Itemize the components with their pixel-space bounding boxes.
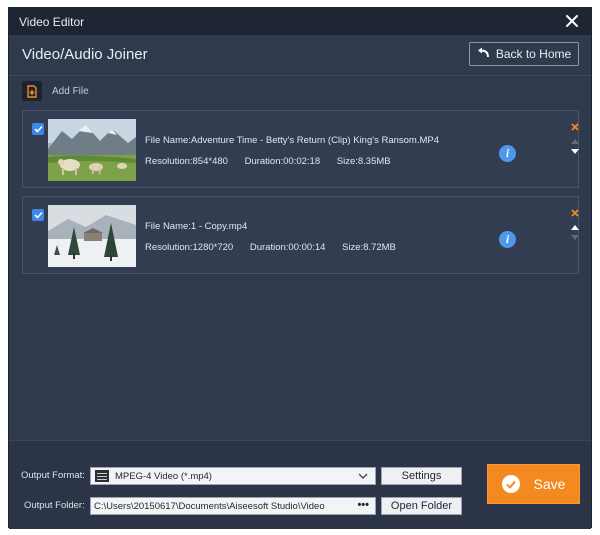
file-resolution: Resolution:1280*720 xyxy=(145,242,234,253)
remove-file-icon[interactable] xyxy=(570,119,580,131)
video-format-icon xyxy=(95,470,109,482)
save-label: Save xyxy=(533,476,566,492)
output-folder-label: Output Folder: xyxy=(24,500,85,511)
move-up-icon[interactable] xyxy=(570,132,580,144)
output-folder-value: C:\Users\20150617\Documents\Aiseesoft St… xyxy=(94,500,325,512)
file-name: File Name:Adventure Time - Betty's Retur… xyxy=(145,135,440,146)
move-down-icon[interactable] xyxy=(570,228,580,240)
file-meta: Resolution:854*480 Duration:00:02:18 Siz… xyxy=(145,156,405,167)
video-thumbnail xyxy=(48,205,136,267)
back-arrow-icon xyxy=(477,47,490,62)
output-format-select[interactable]: MPEG-4 Video (*.mp4) xyxy=(90,467,376,485)
remove-file-icon[interactable] xyxy=(570,205,580,217)
close-icon[interactable] xyxy=(563,12,581,30)
file-duration: Duration:00:00:14 xyxy=(249,242,326,253)
file-meta: Resolution:1280*720 Duration:00:00:14 Si… xyxy=(145,242,410,253)
open-folder-button[interactable]: Open Folder xyxy=(381,497,462,515)
back-to-home-button[interactable]: Back to Home xyxy=(469,42,579,66)
chevron-down-icon xyxy=(358,472,368,483)
output-settings-panel: Output Format: MPEG-4 Video (*.mp4) Sett… xyxy=(9,440,591,529)
file-resolution: Resolution:854*480 xyxy=(145,156,228,167)
file-list-item[interactable]: File Name:1 - Copy.mp4 Resolution:1280*7… xyxy=(22,196,579,274)
checkmark-icon xyxy=(501,475,520,493)
file-name: File Name:1 - Copy.mp4 xyxy=(145,221,248,232)
file-duration: Duration:00:02:18 xyxy=(244,156,321,167)
add-file-icon xyxy=(22,81,42,101)
output-format-value: MPEG-4 Video (*.mp4) xyxy=(115,470,212,482)
move-up-icon[interactable] xyxy=(570,218,580,230)
back-to-home-label: Back to Home xyxy=(495,47,572,61)
settings-button[interactable]: Settings xyxy=(381,467,462,485)
info-icon[interactable]: i xyxy=(499,145,516,162)
info-icon[interactable]: i xyxy=(499,231,516,248)
page-title: Video/Audio Joiner xyxy=(22,46,148,63)
browse-folder-button[interactable]: ••• xyxy=(357,499,369,511)
video-thumbnail xyxy=(48,119,136,181)
save-button[interactable]: Save xyxy=(487,464,580,504)
file-list-item[interactable]: File Name:Adventure Time - Betty's Retur… xyxy=(22,110,579,188)
title-bar: Video Editor xyxy=(9,8,591,35)
file-size: Size:8.72MB xyxy=(342,242,396,253)
output-folder-field[interactable]: C:\Users\20150617\Documents\Aiseesoft St… xyxy=(90,497,376,515)
header-divider xyxy=(9,75,591,76)
add-file-button[interactable]: Add File xyxy=(22,81,89,101)
file-size: Size:8.35MB xyxy=(336,156,391,167)
output-format-label: Output Format: xyxy=(21,470,85,481)
window-title: Video Editor xyxy=(19,15,85,29)
video-editor-window: Video Editor Video/Audio Joiner Back to … xyxy=(8,7,592,529)
add-file-label: Add File xyxy=(52,85,89,97)
file-checkbox[interactable] xyxy=(32,209,44,221)
move-down-icon[interactable] xyxy=(570,142,580,154)
file-checkbox[interactable] xyxy=(32,123,44,135)
